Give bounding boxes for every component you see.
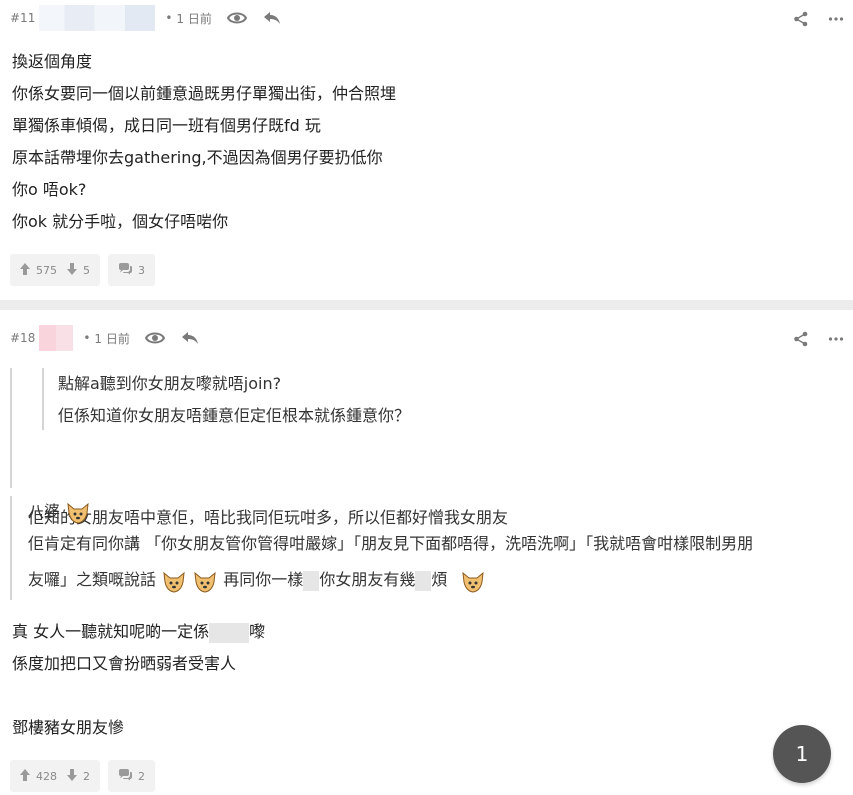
nested-quote-line: 點解a聽到你女朋友嚟就唔join? bbox=[58, 374, 282, 393]
downvote-count: 5 bbox=[83, 263, 90, 277]
share-icon[interactable] bbox=[792, 330, 810, 348]
post-separator bbox=[0, 300, 853, 310]
dog-face-emoji-icon bbox=[460, 569, 486, 593]
post-stats: 428 2 2 bbox=[10, 760, 155, 792]
upvote-count: 428 bbox=[36, 769, 57, 783]
eye-icon[interactable] bbox=[144, 330, 166, 346]
dog-face-emoji-icon bbox=[192, 569, 218, 593]
quote-line: 八婆 bbox=[28, 496, 91, 528]
post-body: 換返個角度 你係女要同一個以前鍾意過既男仔單獨出街，仲合照埋 單獨係車傾偈，成日… bbox=[12, 46, 396, 238]
post-stats: 575 5 3 bbox=[10, 254, 155, 286]
censor-block bbox=[209, 622, 250, 643]
dog-face-emoji-icon bbox=[161, 569, 187, 593]
body-line: 你ok 就分手啦，個女仔唔啱你 bbox=[12, 212, 229, 231]
censor-block bbox=[303, 570, 320, 591]
body-line bbox=[12, 680, 265, 712]
post-18: #18 • 1 日前 佢知的女朋友唔中意佢，唔比我同佢玩咁多，所以佢都好憎我女朋… bbox=[0, 310, 853, 795]
downvote-count: 2 bbox=[83, 769, 90, 783]
meta-dot: • bbox=[165, 11, 173, 25]
reply-arrow-icon[interactable] bbox=[180, 330, 200, 346]
quote-level1-text: 佢知的女朋友唔中意佢，唔比我同佢玩咁多，所以佢都好憎我女朋友 bbox=[28, 508, 509, 527]
quote-text: 再同你一樣 bbox=[223, 570, 304, 589]
more-dots-icon[interactable] bbox=[827, 330, 845, 348]
floor-number: #11 bbox=[10, 11, 36, 25]
quote-block: 八婆 佢肯定有同你講 「你女朋友管你管得咁嚴嫁」「朋友見下面都唔得，洗唔洗啊」「… bbox=[10, 496, 753, 600]
body-text: 真 女人一聽就知呢啲一定係 bbox=[12, 622, 210, 641]
post-header: #18 • 1 日前 bbox=[10, 325, 200, 351]
upvote-count: 575 bbox=[36, 263, 57, 277]
vote-box: 428 2 bbox=[10, 760, 100, 792]
comment-box[interactable]: 2 bbox=[108, 760, 155, 792]
nested-quote-line: 佢係知道你女朋友唔鍾意佢定佢根本就係鍾意你？ bbox=[58, 406, 411, 425]
more-dots-icon[interactable] bbox=[827, 10, 845, 28]
page-number-button[interactable]: 1 bbox=[773, 725, 831, 783]
thumb-up-arrow-icon[interactable] bbox=[20, 262, 36, 278]
dog-face-emoji-icon bbox=[65, 501, 91, 525]
quote-text: 煩 bbox=[431, 570, 448, 589]
comment-box[interactable]: 3 bbox=[108, 254, 155, 286]
post-time: 1 日前 bbox=[94, 331, 130, 346]
speech-bubble-icon bbox=[118, 262, 138, 278]
username-blurred[interactable] bbox=[39, 325, 74, 351]
username-blurred[interactable] bbox=[39, 5, 156, 31]
post-11: #11 • 1 日前 換返個角度 你係女要同一個以前鍾意過既男仔單獨出街，仲合照… bbox=[0, 0, 853, 300]
censor-block bbox=[415, 570, 432, 591]
nested-quote-block: 點解a聽到你女朋友嚟就唔join? 佢係知道你女朋友唔鍾意佢定佢根本就係鍾意你？ bbox=[42, 368, 410, 430]
body-line: 你係女要同一個以前鍾意過既男仔單獨出街，仲合照埋 bbox=[12, 84, 397, 103]
body-line: 真 女人一聽就知呢啲一定係 嚟 bbox=[12, 616, 265, 648]
body-text: 嚟 bbox=[249, 622, 266, 641]
post-time: 1 日前 bbox=[176, 11, 212, 26]
reply-arrow-icon[interactable] bbox=[262, 10, 282, 26]
speech-bubble-icon bbox=[118, 768, 138, 784]
post-header: #11 • 1 日前 bbox=[10, 5, 282, 31]
thumb-down-arrow-icon[interactable] bbox=[67, 262, 83, 278]
quote-line: 友囉」之類嘅說話 再同你一樣 你女朋友有幾煩 bbox=[28, 560, 486, 600]
body-line: 係度加把口又會扮晒弱者受害人 bbox=[12, 654, 237, 673]
body-line: 鄧樓豬女朋友慘 bbox=[12, 718, 125, 737]
share-icon[interactable] bbox=[792, 10, 810, 28]
eye-icon[interactable] bbox=[226, 10, 248, 26]
thumb-down-arrow-icon[interactable] bbox=[67, 768, 83, 784]
quote-text: 你女朋友有幾 bbox=[319, 570, 416, 589]
floor-number: #18 bbox=[10, 331, 36, 345]
comment-count: 3 bbox=[138, 263, 145, 277]
body-line: 原本話帶埋你去gathering,不過因為個男仔要扔低你 bbox=[12, 148, 383, 167]
meta-dot: • bbox=[83, 331, 91, 345]
thumb-up-arrow-icon[interactable] bbox=[20, 768, 36, 784]
vote-box: 575 5 bbox=[10, 254, 100, 286]
comment-count: 2 bbox=[138, 769, 145, 783]
body-line: 你o 唔ok? bbox=[12, 180, 87, 199]
quote-text: 八婆 bbox=[28, 502, 61, 521]
quote-text: 友囉」之類嘅說話 bbox=[28, 570, 157, 589]
body-line: 換返個角度 bbox=[12, 52, 93, 71]
post-body: 真 女人一聽就知呢啲一定係 嚟 係度加把口又會扮晒弱者受害人 鄧樓豬女朋友慘 bbox=[12, 616, 265, 744]
quote-line: 佢肯定有同你講 「你女朋友管你管得咁嚴嫁」「朋友見下面都唔得，洗唔洗啊」「我就唔… bbox=[28, 534, 754, 553]
body-line: 單獨係車傾偈，成日同一班有個男仔既fd 玩 bbox=[12, 116, 321, 135]
